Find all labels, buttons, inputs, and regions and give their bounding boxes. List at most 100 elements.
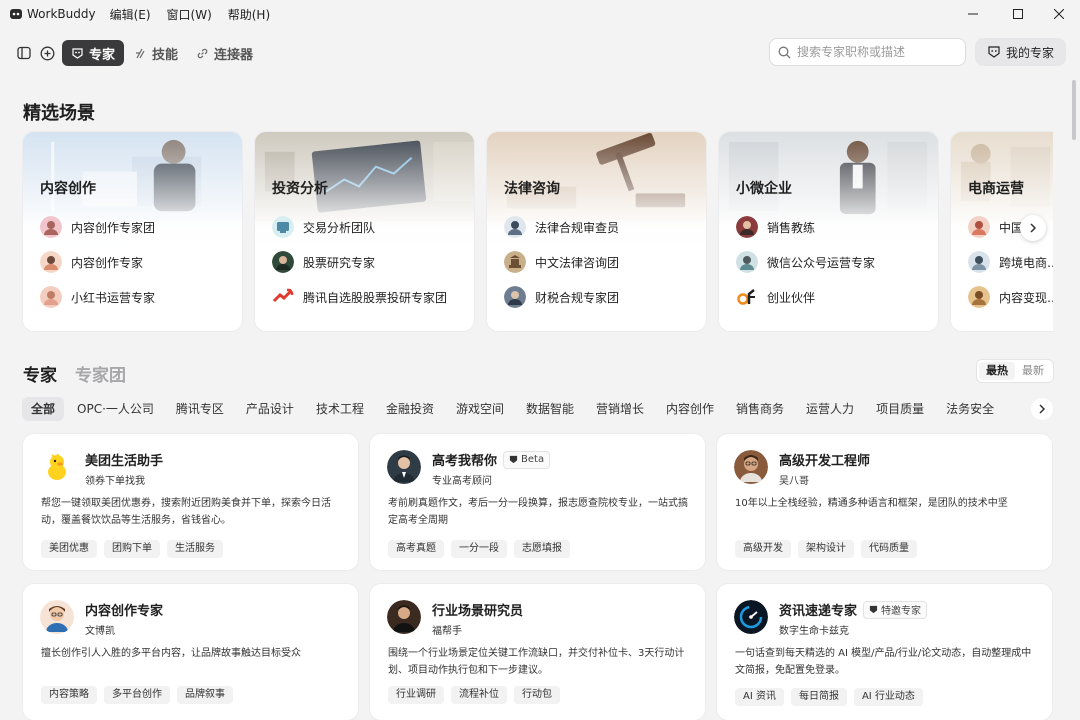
scene-title: 投资分析 xyxy=(272,181,328,197)
expert-tag[interactable]: 美团优惠 xyxy=(41,540,97,558)
scene-item[interactable]: 腾讯自选股股票投研专家团 xyxy=(272,286,447,308)
close-button[interactable] xyxy=(1036,0,1080,28)
my-experts-button[interactable]: 我的专家 xyxy=(975,38,1066,66)
scene-card[interactable]: 内容创作 内容创作专家团 内容创作专家 小红书运营专家 xyxy=(22,131,243,332)
menu-help[interactable]: 帮助(H) xyxy=(228,6,270,23)
experts-section-tabs: 专家 专家团 xyxy=(23,361,126,386)
scene-item[interactable]: 内容创作专家 xyxy=(40,251,143,273)
scene-item[interactable]: 交易分析团队 xyxy=(272,216,375,238)
category-tab[interactable]: 营销增长 xyxy=(587,397,653,421)
scene-card[interactable]: 小微企业 销售教练 微信公众号运营专家 创业伙伴 xyxy=(718,131,939,332)
expert-tag[interactable]: 流程补位 xyxy=(451,686,507,704)
scene-item[interactable]: 跨境电商… xyxy=(968,251,1053,273)
scene-item[interactable]: 小红书运营专家 xyxy=(40,286,155,308)
sort-hot[interactable]: 最热 xyxy=(979,362,1015,380)
category-tab[interactable]: 技术工程 xyxy=(307,397,373,421)
skills-icon xyxy=(136,48,145,58)
minimize-button[interactable] xyxy=(950,0,996,28)
scene-card[interactable]: 投资分析 交易分析团队 股票研究专家 腾讯自选股股票投研专家团 xyxy=(254,131,475,332)
category-tab[interactable]: 全部 xyxy=(22,397,65,421)
expert-tag[interactable]: 志愿填报 xyxy=(514,540,570,558)
scrollbar-thumb[interactable] xyxy=(1072,80,1076,140)
expert-tag[interactable]: 内容策略 xyxy=(41,686,97,704)
tab-experts-section[interactable]: 专家 xyxy=(23,361,57,386)
category-tab[interactable]: 金融投资 xyxy=(377,397,443,421)
scene-item-label: 内容变现… xyxy=(999,290,1053,305)
category-tab[interactable]: 内容创作 xyxy=(657,397,723,421)
expert-tag[interactable]: 每日简报 xyxy=(790,688,847,706)
maximize-button[interactable] xyxy=(995,0,1041,28)
avatar-icon xyxy=(968,251,990,273)
category-tab[interactable]: 游戏空间 xyxy=(447,397,513,421)
tab-connectors[interactable]: 连接器 xyxy=(187,40,262,66)
expert-tag[interactable]: 高级开发 xyxy=(735,540,791,558)
expert-tag[interactable]: 多平台创作 xyxy=(104,686,170,704)
scene-item[interactable]: 财税合规专家团 xyxy=(504,286,619,308)
new-task-button[interactable] xyxy=(38,44,56,62)
avatar-icon xyxy=(40,600,74,634)
scene-item-label: 法律合规审查员 xyxy=(535,220,620,235)
expert-tag[interactable]: 行动包 xyxy=(514,686,560,704)
scene-card[interactable]: 法律咨询 法律合规审查员 中文法律咨询团 财税合规专家团 xyxy=(486,131,707,332)
categories-next-button[interactable] xyxy=(1031,398,1053,420)
category-tab[interactable]: 腾讯专区 xyxy=(167,397,233,421)
avatar-icon xyxy=(40,286,62,308)
category-tab[interactable]: 法务安全 xyxy=(937,397,1003,421)
menu-window[interactable]: 窗口(W) xyxy=(167,6,212,23)
category-tab[interactable]: 项目质量 xyxy=(867,397,933,421)
expert-name-row: 资讯速递专家 特邀专家 xyxy=(779,600,928,619)
sidebar-toggle-button[interactable] xyxy=(15,44,33,62)
scene-item[interactable]: 创业伙伴 xyxy=(736,286,815,308)
scene-item[interactable]: 微信公众号运营专家 xyxy=(736,251,875,273)
tab-skills[interactable]: 技能 xyxy=(125,40,187,66)
scene-item-label: 腾讯自选股股票投研专家团 xyxy=(303,290,448,305)
expert-tag[interactable]: 行业调研 xyxy=(388,686,444,704)
expert-card[interactable]: 行业场景研究员 福帮手 围绕一个行业场景定位关键工作流缺口，并交付补位卡、3天行… xyxy=(369,583,706,720)
category-tab[interactable]: 产品设计 xyxy=(237,397,303,421)
tab-expert-teams[interactable]: 专家团 xyxy=(75,361,126,386)
scene-item[interactable]: 中文法律咨询团 xyxy=(504,251,619,273)
scene-item[interactable]: 内容变现… xyxy=(968,286,1053,308)
menu-edit[interactable]: 编辑(E) xyxy=(110,6,151,23)
expert-tag[interactable]: 团购下单 xyxy=(104,540,160,558)
search-input[interactable] xyxy=(797,45,957,59)
expert-face-icon xyxy=(988,46,1000,58)
scene-item[interactable]: 法律合规审查员 xyxy=(504,216,619,238)
expert-card[interactable]: 美团生活助手 领券下单找我 帮您一键领取美团优惠券，搜索附近团购美食并下单，探索… xyxy=(22,433,359,571)
featured-title: 精选场景 xyxy=(23,103,95,124)
expert-card[interactable]: 内容创作专家 文博凯 擅长创作引人入胜的多平台内容，让品牌故事触达目标受众 内容… xyxy=(22,583,359,720)
avatar-icon xyxy=(272,216,294,238)
expert-badge-icon xyxy=(869,605,878,614)
expert-card[interactable]: 高级开发工程师 吴八哥 10年以上全栈经验，精通多种语言和框架，是团队的技术中坚… xyxy=(716,433,1053,571)
scene-item[interactable]: 股票研究专家 xyxy=(272,251,375,273)
scenes-next-button[interactable] xyxy=(1020,215,1046,241)
expert-tag[interactable]: 高考真题 xyxy=(388,540,444,558)
expert-tag[interactable]: 一分一段 xyxy=(451,540,507,558)
opc-logo-icon xyxy=(737,289,755,305)
expert-card[interactable]: 资讯速递专家 特邀专家 数字生命卡兹克 一句话查到每天精选的 AI 模型/产品/… xyxy=(716,583,1053,720)
category-tab[interactable]: 运营人力 xyxy=(797,397,863,421)
toolbar: 专家 技能 连接器 我的专家 xyxy=(0,28,1080,78)
category-tab[interactable]: 数据智能 xyxy=(517,397,583,421)
tab-experts[interactable]: 专家 xyxy=(62,40,125,66)
expert-tag[interactable]: AI 行业动态 xyxy=(853,688,923,706)
category-tab[interactable]: 销售商务 xyxy=(727,397,793,421)
expert-description: 擅长创作引人入胜的多平台内容，让品牌故事触达目标受众 xyxy=(41,648,301,659)
expert-name-row: 内容创作专家 xyxy=(85,600,163,619)
scene-item[interactable]: 销售教练 xyxy=(736,216,815,238)
scene-item[interactable]: 内容创作专家团 xyxy=(40,216,155,238)
title-bar: WorkBuddy 编辑(E) 窗口(W) 帮助(H) xyxy=(0,0,1080,28)
expert-tag[interactable]: 品牌叙事 xyxy=(177,686,233,704)
expert-tag[interactable]: 生活服务 xyxy=(167,540,223,558)
search-box[interactable] xyxy=(769,38,966,66)
scene-item-label: 微信公众号运营专家 xyxy=(767,255,876,270)
expert-tag[interactable]: AI 资讯 xyxy=(735,688,784,706)
expert-card[interactable]: 高考我帮你 Beta 专业高考顾问 考前刷真题作文，考后一分一段换算，报志愿查院… xyxy=(369,433,706,571)
expert-badge-icon xyxy=(509,455,518,464)
expert-name-row: 高级开发工程师 xyxy=(779,450,870,469)
scene-item-label: 股票研究专家 xyxy=(303,255,376,270)
sort-newest[interactable]: 最新 xyxy=(1015,362,1051,380)
expert-tag[interactable]: 代码质量 xyxy=(861,540,917,558)
expert-tag[interactable]: 架构设计 xyxy=(798,540,854,558)
category-tab[interactable]: OPC·一人公司 xyxy=(68,397,163,421)
